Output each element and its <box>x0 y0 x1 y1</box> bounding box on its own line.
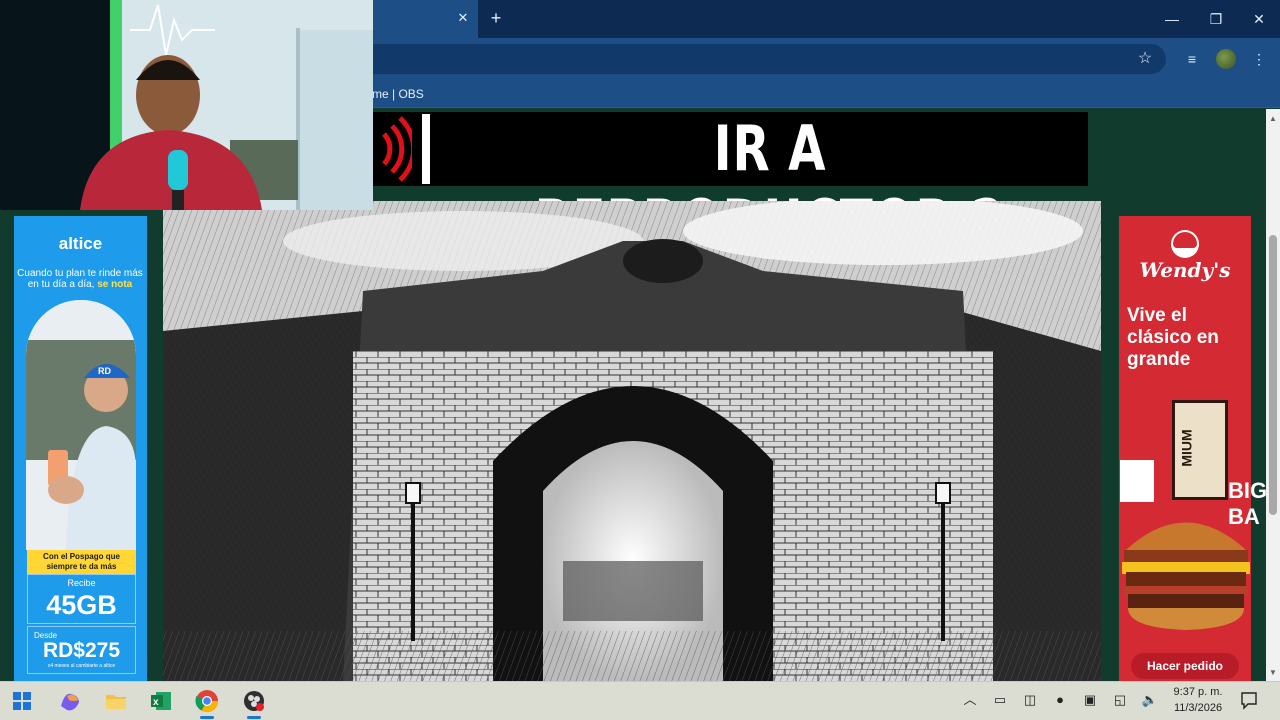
maximize-button[interactable]: ❐ <box>1202 6 1230 32</box>
camera-tray-icon[interactable]: ◫ <box>1021 690 1039 710</box>
wendys-headline: Vive el clásico en grande <box>1127 305 1219 370</box>
wendys-cup <box>1120 452 1154 502</box>
obs-active-indicator <box>247 716 261 719</box>
tab-close-icon[interactable]: ✕ <box>454 9 472 27</box>
file-explorer-icon[interactable] <box>103 688 129 714</box>
bookmark-star-icon[interactable]: ☆ <box>1134 48 1156 70</box>
webcam-overlay <box>0 0 373 210</box>
chrome-active-indicator <box>200 716 214 719</box>
altice-tagline-emph: se nota <box>97 279 133 290</box>
hero-image <box>163 201 1101 681</box>
altice-logo: altice <box>58 234 103 253</box>
altice-price: RD$275 <box>42 639 121 662</box>
svg-text:x: x <box>153 697 159 708</box>
clock-time[interactable]: 9:37 p. m. <box>1168 686 1228 698</box>
altice-recibe: Recibe <box>67 578 96 588</box>
screen: ✕ + — ❐ ✕ ☆ ≡ ⋮ me | OBS ▲ ▼ IR A REPROD… <box>0 0 1280 720</box>
obs-icon[interactable] <box>241 688 267 714</box>
scroll-up-icon[interactable]: ▲ <box>1266 112 1280 126</box>
browser-menu-icon[interactable]: ⋮ <box>1248 48 1270 70</box>
altice-tagline: Cuando tu plan te rinde más en tu día a … <box>16 268 144 290</box>
minimize-button[interactable]: — <box>1158 6 1186 32</box>
burger-image <box>1122 522 1250 630</box>
battery-icon[interactable]: ▭ <box>991 690 1009 710</box>
close-window-button[interactable]: ✕ <box>1245 6 1273 32</box>
altice-promo: Con el Pospago que siempre te da más <box>27 550 136 574</box>
scroll-thumb[interactable] <box>1269 235 1277 515</box>
microphone-icon[interactable]: ● <box>1051 690 1069 710</box>
banner-title[interactable]: IR A REPRODUCTOR 2 <box>528 112 1012 259</box>
wendys-box-text: MIUM <box>1178 429 1195 467</box>
media-controls-icon[interactable]: ≡ <box>1181 48 1203 70</box>
notifications-icon[interactable] <box>1240 690 1258 710</box>
altice-ad-photo: RD <box>26 300 136 550</box>
windows-start-icon[interactable] <box>9 688 35 714</box>
chrome-icon[interactable] <box>194 688 220 714</box>
copilot-icon[interactable] <box>57 688 83 714</box>
broadcast-icon <box>382 116 412 182</box>
new-tab-button[interactable]: + <box>486 8 506 28</box>
clock-date[interactable]: 11/3/2026 <box>1168 702 1228 714</box>
scroll-down-icon[interactable]: ▼ <box>1266 666 1280 680</box>
media-tray-icon[interactable]: ▣ <box>1081 690 1099 710</box>
bookmark-obs[interactable]: me | OBS <box>372 86 424 102</box>
banner-divider <box>422 114 430 184</box>
network-icon[interactable]: ◱ <box>1111 690 1129 710</box>
altice-data-amount: 45GB <box>46 590 117 620</box>
profile-avatar[interactable] <box>1216 49 1236 69</box>
volume-icon[interactable]: 🔈 <box>1141 690 1159 710</box>
altice-fineprint: x4 meses al cambiarte a altice <box>47 663 116 669</box>
excel-icon[interactable]: x <box>148 688 174 714</box>
address-bar[interactable] <box>372 44 1166 74</box>
wendys-logo: Wendy's <box>1139 258 1231 282</box>
tray-chevron-icon[interactable]: ︿ <box>961 690 979 710</box>
altice-cap-text: RD <box>98 366 111 376</box>
order-button[interactable]: Hacer pedido <box>1131 653 1239 679</box>
